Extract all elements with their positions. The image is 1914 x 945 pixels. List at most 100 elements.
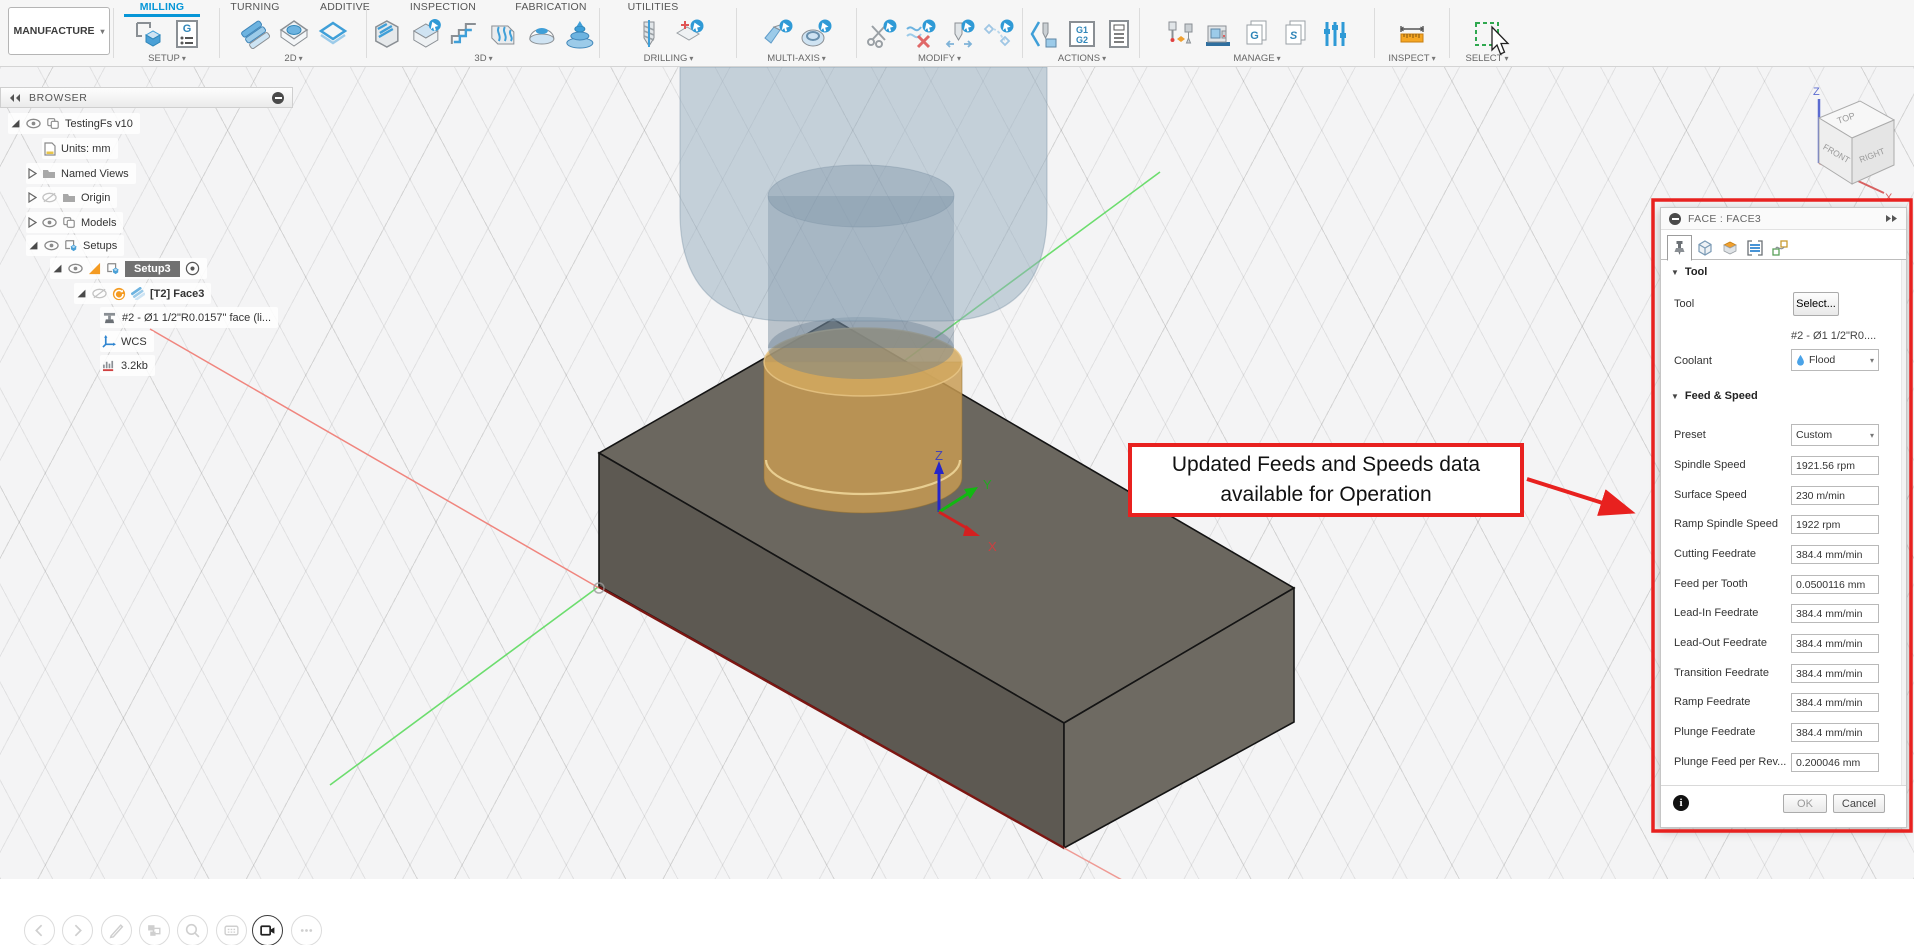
selected-setup-label[interactable]: Setup3 [125, 260, 180, 277]
pan-icon[interactable] [216, 915, 247, 945]
tab-geometry[interactable] [1692, 235, 1717, 260]
display-settings-icon[interactable] [139, 915, 170, 945]
tree-item-origin[interactable]: Origin [26, 187, 118, 208]
tree-item-operation-face3[interactable]: [T2] Face3 [74, 283, 212, 304]
simulate-icon[interactable] [1028, 17, 1062, 51]
tool-select-button[interactable]: Select... [1793, 292, 1839, 316]
expanded-arrow-icon[interactable] [52, 263, 63, 274]
visibility-eye-icon[interactable] [42, 217, 57, 228]
spindle-speed-input[interactable]: 1921.56 rpm [1791, 456, 1879, 475]
collapsed-arrow-icon[interactable] [28, 168, 37, 179]
scallop-icon[interactable] [524, 17, 560, 51]
feed-speed-section-header[interactable]: Feed & Speed [1671, 390, 1758, 402]
adaptive-clearing-icon[interactable] [369, 17, 405, 51]
tab-heights[interactable] [1717, 235, 1742, 260]
ramp-feedrate-input[interactable]: 384.4 mm/min [1791, 693, 1879, 712]
window-selection-icon[interactable] [1469, 17, 1505, 51]
tree-item-tool[interactable]: #2 - Ø1 1/2"R0.0157" face (li... [100, 307, 279, 328]
tab-passes[interactable] [1742, 235, 1767, 260]
ok-button[interactable]: OK [1783, 794, 1827, 813]
gcode-document-icon[interactable]: G [169, 17, 205, 51]
post-library-icon[interactable]: G [1239, 17, 1275, 51]
pocket-2d-icon[interactable] [276, 17, 312, 51]
previous-view-icon[interactable] [24, 915, 55, 945]
trim-toolpath-icon[interactable] [863, 17, 899, 51]
machine-library-icon[interactable] [1200, 17, 1236, 51]
ramp-spindle-speed-input[interactable]: 1922 rpm [1791, 515, 1879, 534]
tool-section-header[interactable]: Tool [1671, 266, 1707, 278]
feed-optimization-icon[interactable] [941, 17, 977, 51]
face-2d-icon[interactable] [237, 17, 273, 51]
tree-item-setups[interactable]: Setups [26, 235, 125, 256]
drill-icon[interactable] [631, 17, 667, 51]
tree-item-setup3[interactable]: Setup3 [50, 258, 207, 279]
swarf-icon[interactable] [759, 17, 795, 51]
expanded-arrow-icon[interactable] [10, 118, 21, 129]
visibility-off-eye-icon[interactable] [92, 288, 107, 299]
coolant-dropdown[interactable]: Flood [1791, 349, 1879, 371]
collapse-panel-icon[interactable] [9, 93, 21, 103]
viewcube-cube[interactable]: TOP FRONT RIGHT [1817, 100, 1896, 185]
marking-menu-icon[interactable] [101, 915, 132, 945]
visibility-eye-icon[interactable] [26, 118, 41, 129]
new-setup-icon[interactable] [130, 17, 166, 51]
plunge-feedrate-input[interactable]: 384.4 mm/min [1791, 723, 1879, 742]
tree-item-component[interactable]: TestingFs v10 [8, 113, 140, 134]
dock-panel-icon[interactable] [1885, 214, 1898, 223]
dialog-scrollbar[interactable] [1901, 260, 1906, 785]
3d-viewport[interactable]: Z Y X TOP FRONT RIGHT Z X [0, 67, 1914, 879]
visibility-eye-icon[interactable] [68, 263, 83, 274]
zoom-icon[interactable] [177, 915, 208, 945]
tree-item-named-views[interactable]: Named Views [26, 163, 136, 184]
pocket-clearing-icon[interactable] [408, 17, 444, 51]
transition-feedrate-input[interactable]: 384.4 mm/min [1791, 664, 1879, 683]
template-library-icon[interactable]: S [1278, 17, 1314, 51]
tool-library-icon[interactable] [1317, 17, 1353, 51]
visibility-off-eye-icon[interactable] [42, 192, 57, 203]
dialog-header[interactable]: FACE : FACE3 [1661, 208, 1906, 230]
tab-inspection[interactable]: INSPECTION [410, 1, 476, 13]
collapsed-arrow-icon[interactable] [28, 192, 37, 203]
lead-in-feedrate-input[interactable]: 384.4 mm/min [1791, 604, 1879, 623]
tree-item-models[interactable]: Models [26, 212, 124, 233]
expanded-arrow-icon[interactable] [76, 288, 87, 299]
steep-shallow-icon[interactable] [446, 17, 482, 51]
tab-utilities[interactable]: UTILITIES [628, 1, 679, 13]
multi-axis-contour-icon[interactable] [798, 17, 834, 51]
workspace-switcher-button[interactable]: MANUFACTURE [8, 7, 110, 55]
orbit-camera-icon[interactable] [252, 915, 283, 945]
delete-passes-icon[interactable] [902, 17, 938, 51]
tree-item-units[interactable]: Units: mm [42, 138, 118, 159]
measure-icon[interactable] [1394, 17, 1430, 51]
collapsed-arrow-icon[interactable] [28, 217, 37, 228]
expanded-arrow-icon[interactable] [28, 240, 39, 251]
more-options-icon[interactable] [291, 915, 322, 945]
tab-tool[interactable] [1667, 235, 1692, 261]
contour-2d-icon[interactable] [315, 17, 351, 51]
tab-turning[interactable]: TURNING [230, 1, 279, 13]
surface-speed-input[interactable]: 230 m/min [1791, 486, 1879, 505]
tab-linking[interactable] [1767, 235, 1792, 260]
tree-item-wcs[interactable]: WCS [100, 331, 154, 352]
tab-fabrication[interactable]: FABRICATION [515, 1, 586, 13]
spiral-icon[interactable] [562, 17, 598, 51]
visibility-eye-icon[interactable] [44, 240, 59, 251]
post-process-icon[interactable]: G1G2 [1065, 17, 1099, 51]
panel-display-toggle-icon[interactable] [272, 91, 284, 104]
hole-recognition-icon[interactable] [670, 17, 706, 51]
lead-out-feedrate-input[interactable]: 384.4 mm/min [1791, 634, 1879, 653]
cutting-feedrate-input[interactable]: 384.4 mm/min [1791, 545, 1879, 564]
info-icon[interactable]: i [1673, 795, 1689, 811]
next-view-icon[interactable] [62, 915, 93, 945]
setup-sheet-icon[interactable] [1102, 17, 1136, 51]
probe-icon[interactable] [1161, 17, 1197, 51]
plunge-feed-per-rev-input[interactable]: 0.200046 mm [1791, 753, 1879, 772]
view-cube[interactable]: TOP FRONT RIGHT Z X [1772, 81, 1912, 203]
tab-milling[interactable]: MILLING [140, 1, 185, 13]
active-setup-radio-icon[interactable] [185, 261, 200, 276]
parallel-icon[interactable] [485, 17, 521, 51]
cancel-button[interactable]: Cancel [1833, 794, 1885, 813]
preset-dropdown[interactable]: Custom [1791, 424, 1879, 446]
feed-per-tooth-input[interactable]: 0.0500116 mm [1791, 575, 1879, 594]
dialog-collapse-icon[interactable] [1669, 212, 1681, 225]
